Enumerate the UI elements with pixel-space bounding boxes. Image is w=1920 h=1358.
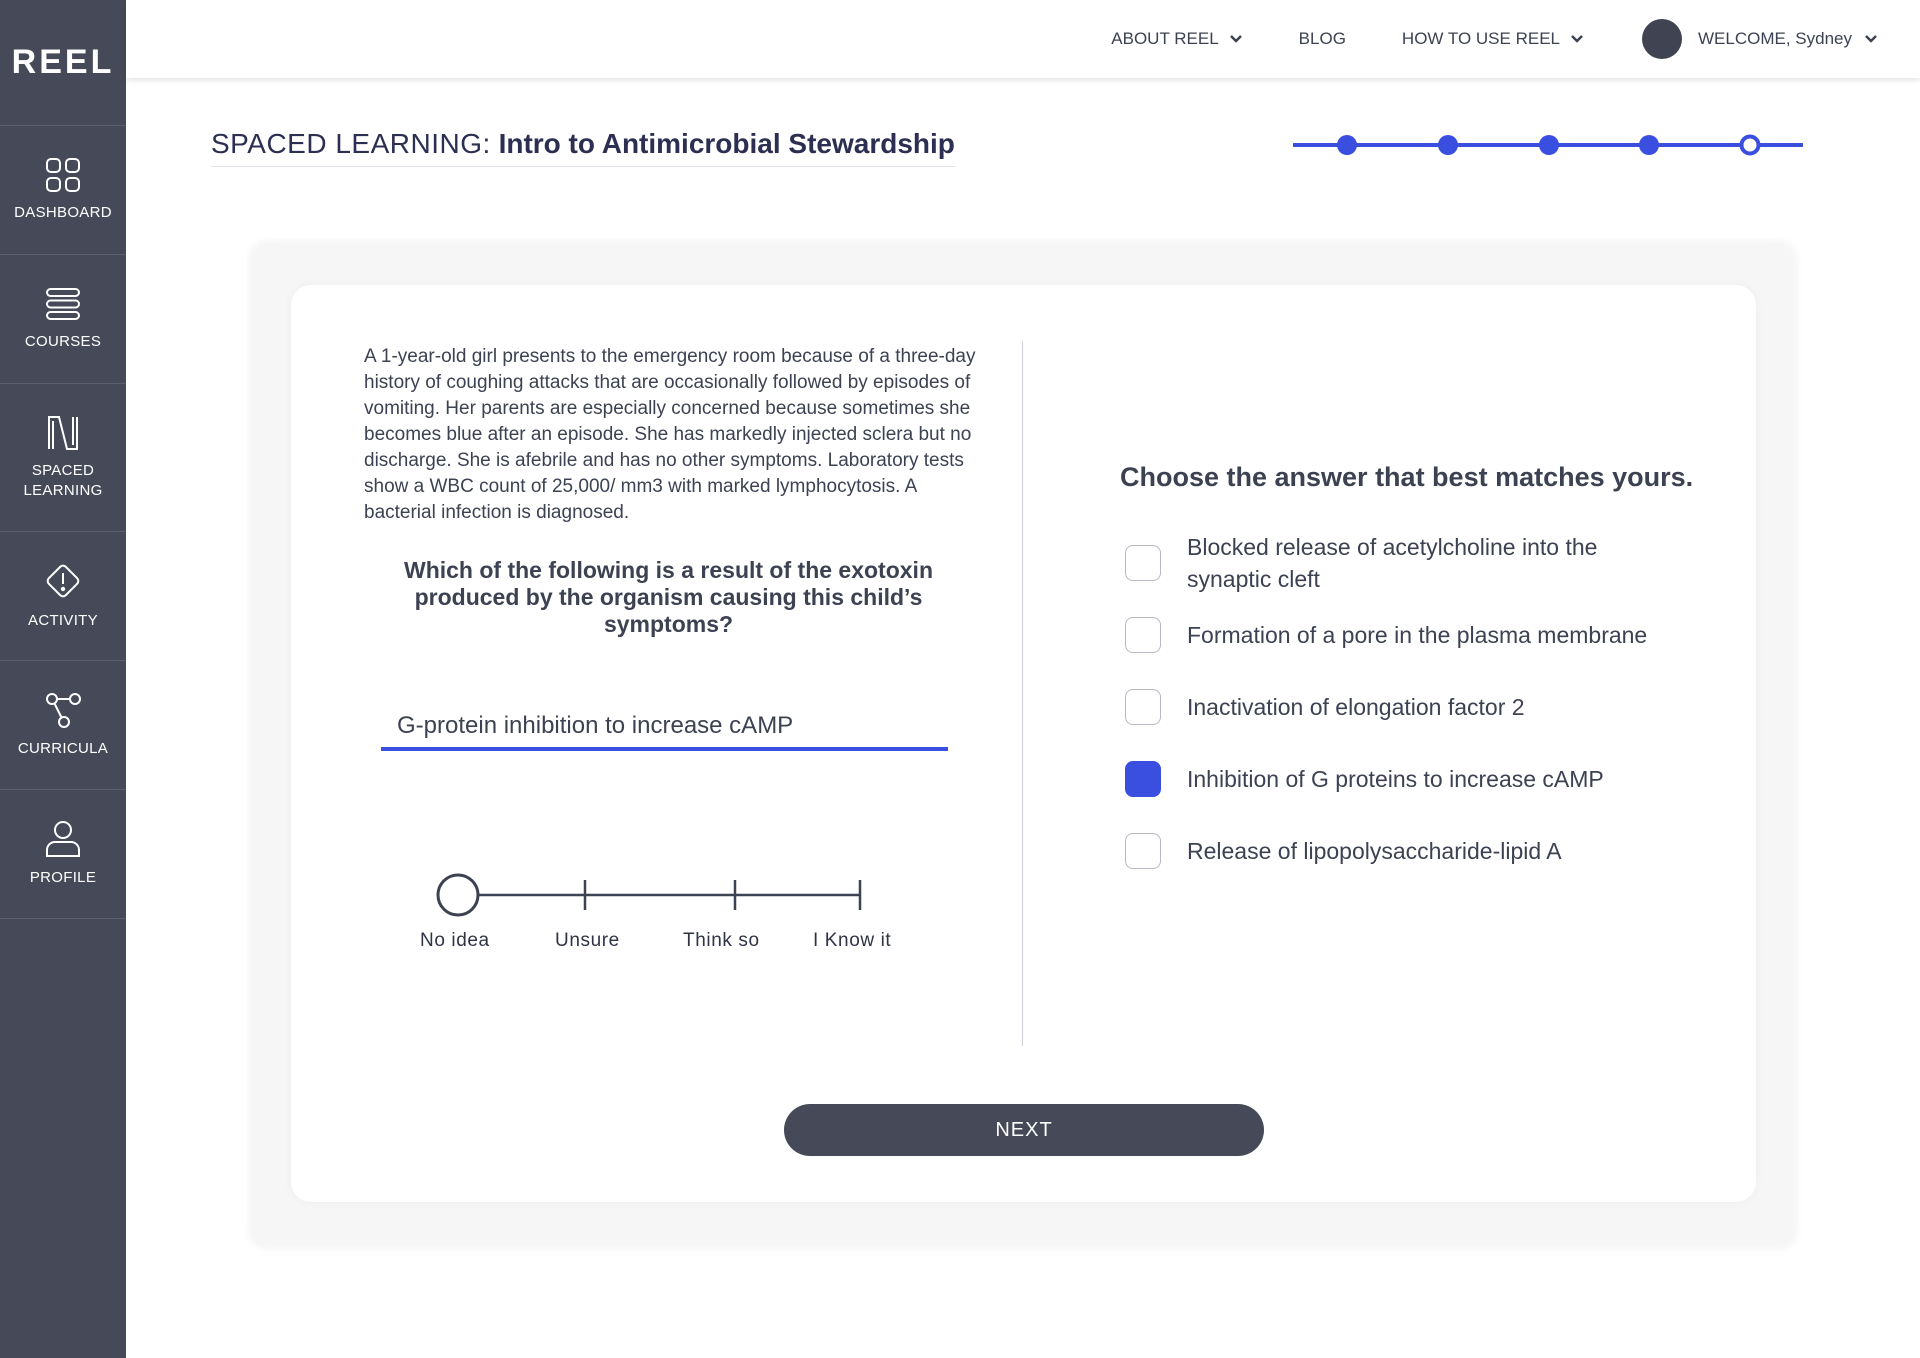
option-text: Blocked release of acetylcholine into th… <box>1187 534 1598 592</box>
option-text: Formation of a pore in the plasma membra… <box>1187 622 1648 648</box>
option-checkbox[interactable] <box>1125 617 1161 653</box>
step-complete-1 <box>1337 135 1357 155</box>
answer-option[interactable]: Release of lipopolysaccharide-lipid A <box>1125 833 1687 869</box>
option-text: Inactivation of elongation factor 2 <box>1187 694 1525 720</box>
question-card: A 1-year-old girl presents to the emerge… <box>291 285 1756 1202</box>
next-button[interactable]: NEXT <box>784 1104 1264 1156</box>
chevron-down-icon <box>1571 35 1583 43</box>
step-complete-3 <box>1539 135 1559 155</box>
course-name: Intro to Antimicrobial Stewardship <box>498 128 955 159</box>
question-vignette: A 1-year-old girl presents to the emerge… <box>364 346 976 523</box>
sidebar-item-label: SPACED LEARNING <box>23 461 103 499</box>
answer-option[interactable]: Inhibition of G proteins to increase cAM… <box>1125 761 1687 797</box>
answer-input[interactable] <box>381 705 948 751</box>
sidebar-item-label: ACTIVITY <box>28 612 98 629</box>
option-text: Inhibition of G proteins to increase cAM… <box>1187 766 1604 792</box>
step-complete-2 <box>1438 135 1458 155</box>
sidebar-item-courses[interactable]: COURSES <box>0 255 126 384</box>
choices-prompt: Choose the answer that best matches your… <box>1120 462 1694 492</box>
sidebar-item-spaced-learning[interactable]: SPACED LEARNING <box>0 384 126 532</box>
confidence-label-know-it[interactable]: I Know it <box>813 930 891 952</box>
page-title: SPACED LEARNING: Intro to Antimicrobial … <box>211 128 955 167</box>
sidebar-item-curricula[interactable]: CURRICULA <box>0 661 126 790</box>
slider-handle[interactable] <box>436 873 480 917</box>
sidebar-item-dashboard[interactable]: DASHBOARD <box>0 126 126 255</box>
step-complete-4 <box>1639 135 1659 155</box>
title-prefix: SPACED LEARNING: <box>211 128 491 159</box>
nodes-icon <box>46 693 81 728</box>
grid-icon <box>46 158 80 192</box>
sidebar-item-label: DASHBOARD <box>14 204 112 221</box>
answer-option[interactable]: Blocked release of acetylcholine into th… <box>1125 531 1687 595</box>
confidence-label-no-idea[interactable]: No idea <box>420 930 490 952</box>
progress-stepper <box>1293 134 1803 156</box>
app-logo[interactable]: REEL <box>0 0 126 126</box>
spaced-learning-icon <box>48 415 78 450</box>
user-menu[interactable]: WELCOME, Sydney <box>1642 19 1878 59</box>
list-icon <box>46 288 80 320</box>
chevron-down-icon <box>1865 35 1877 43</box>
welcome-text: WELCOME, Sydney <box>1698 29 1852 48</box>
answer-option[interactable]: Formation of a pore in the plasma membra… <box>1125 617 1687 653</box>
nav-how-to-use[interactable]: HOW TO USE REEL <box>1402 29 1584 49</box>
nav-about-label: ABOUT REEL <box>1111 29 1219 48</box>
option-checkbox[interactable] <box>1125 689 1161 725</box>
option-checkbox[interactable] <box>1125 545 1161 581</box>
confidence-label-unsure[interactable]: Unsure <box>555 930 620 952</box>
step-current-5 <box>1739 134 1761 156</box>
person-icon <box>46 821 80 857</box>
chevron-down-icon <box>1229 35 1242 43</box>
sidebar-item-label: PROFILE <box>29 869 97 886</box>
confidence-label-think-so[interactable]: Think so <box>683 930 760 952</box>
option-text: Release of lipopolysaccharide-lipid A <box>1187 838 1562 864</box>
nav-howto-label: HOW TO USE REEL <box>1401 29 1560 48</box>
sidebar-item-activity[interactable]: ACTIVITY <box>0 532 126 661</box>
sidebar-item-label: COURSES <box>24 333 102 350</box>
confidence-slider[interactable]: No idea Unsure Think so I Know it <box>420 850 911 952</box>
top-navigation: ABOUT REEL BLOG HOW TO USE REEL WELCOME,… <box>126 0 1920 78</box>
nav-blog[interactable]: BLOG <box>1299 29 1346 49</box>
sidebar-item-label: CURRICULA <box>17 740 109 757</box>
sidebar: REEL DASHBOARD COURSES SPACED LEARNING A… <box>0 0 126 1358</box>
option-checkbox[interactable] <box>1125 833 1161 869</box>
answer-option[interactable]: Inactivation of elongation factor 2 <box>1125 689 1687 725</box>
question-stem: Which of the following is a result of th… <box>403 557 933 637</box>
avatar <box>1642 19 1682 59</box>
sidebar-item-profile[interactable]: PROFILE <box>0 790 126 919</box>
alert-diamond-icon <box>46 564 80 598</box>
nav-about-reel[interactable]: ABOUT REEL <box>1111 29 1242 49</box>
option-checkbox-checked[interactable] <box>1125 761 1161 797</box>
column-divider <box>1022 341 1023 1046</box>
